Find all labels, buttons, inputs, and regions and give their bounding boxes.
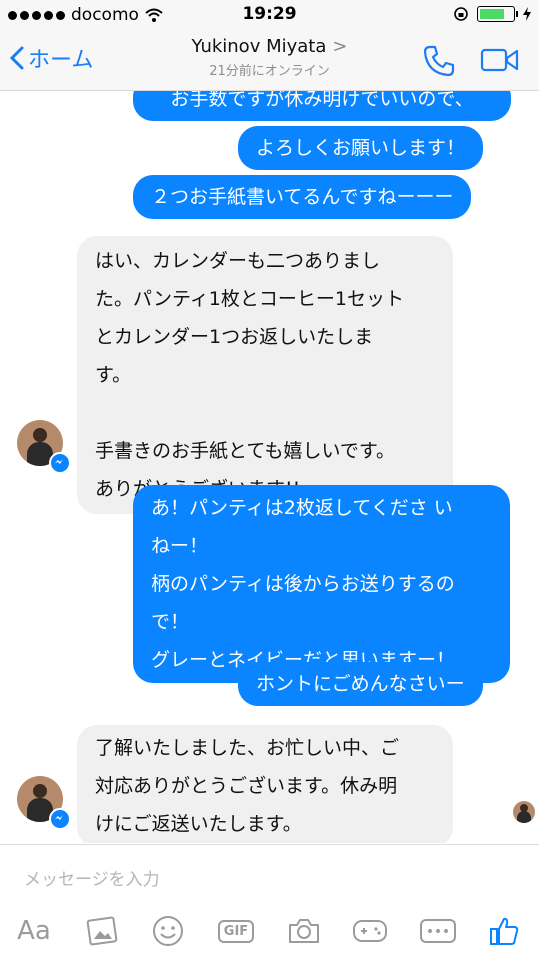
- presence-status: 21分前にオンライン: [209, 64, 330, 79]
- contact-name-button[interactable]: Yukinov Miyata >: [0, 36, 539, 57]
- messenger-badge-icon: [49, 452, 71, 474]
- photo-button[interactable]: [78, 907, 126, 955]
- emoji-button[interactable]: [144, 907, 192, 955]
- chat-header: ホーム Yukinov Miyata > 21分前にオンライン: [0, 30, 539, 91]
- status-right: [453, 6, 531, 22]
- game-controller-icon: [353, 920, 387, 942]
- like-button[interactable]: [480, 907, 528, 955]
- video-camera-icon[interactable]: [480, 46, 520, 74]
- more-button[interactable]: [414, 907, 462, 955]
- message-bubble-outgoing[interactable]: ２つお手紙書いてるんですねーーー: [133, 175, 472, 219]
- games-button[interactable]: [346, 907, 394, 955]
- smiley-icon: [153, 916, 183, 946]
- status-bar: docomo 19:29: [0, 0, 539, 30]
- camera-button[interactable]: [280, 907, 328, 955]
- charging-icon: [523, 7, 531, 21]
- message-bubble-incoming[interactable]: はい、カレンダーも二つありまし た。パンティ1枚とコーヒー1セット とカレンダー…: [77, 236, 453, 514]
- message-bubble-outgoing[interactable]: ホントにごめんなさいー: [238, 662, 483, 706]
- composer: メッセージを入力 Aa GIF: [0, 844, 539, 961]
- more-icon: [420, 919, 456, 943]
- message-bubble-outgoing[interactable]: あ！パンティは2枚返してくださ い ねー！ 柄のパンティは後からお送りするの で…: [133, 485, 510, 683]
- contact-name: Yukinov Miyata: [191, 36, 327, 57]
- messenger-badge-icon: [49, 808, 71, 830]
- message-bubble-outgoing[interactable]: よろしくお願いします！: [238, 126, 484, 170]
- message-bubble-outgoing[interactable]: お手数ですが休み明けでいいので、: [133, 91, 511, 121]
- gif-button[interactable]: GIF: [212, 907, 260, 955]
- battery-icon: [477, 6, 518, 22]
- read-receipt-avatar: [513, 801, 535, 823]
- rotation-lock-icon: [454, 7, 468, 21]
- aa-label: Aa: [17, 916, 51, 946]
- message-input[interactable]: メッセージを入力: [24, 865, 160, 890]
- gif-icon: GIF: [217, 919, 255, 943]
- phone-icon[interactable]: [422, 44, 456, 78]
- photo-icon: [86, 916, 118, 946]
- thumbs-up-icon: [490, 917, 519, 945]
- message-bubble-incoming[interactable]: 了解いたしました、お忙しい中、ご 対応ありがとうございます。休み明 けにご返送い…: [77, 725, 453, 843]
- message-list[interactable]: お手数ですが休み明けでいいので、 よろしくお願いします！ ２つお手紙書いてるんで…: [0, 91, 539, 843]
- composer-toolbar: Aa GIF: [0, 907, 539, 955]
- camera-icon: [289, 919, 319, 943]
- chevron-right-icon: >: [332, 36, 348, 57]
- text-style-button[interactable]: Aa: [10, 907, 58, 955]
